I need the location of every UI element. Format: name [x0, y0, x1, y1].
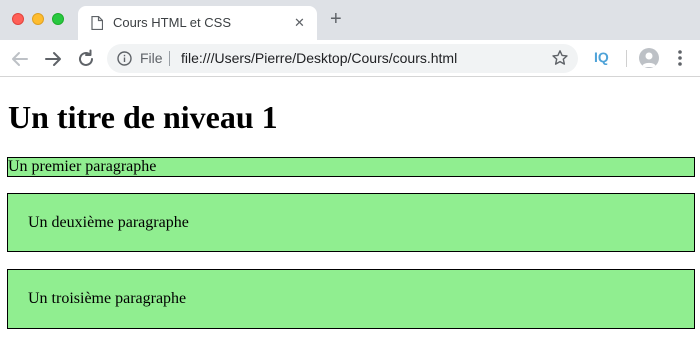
profile-avatar[interactable]	[639, 48, 659, 68]
tab-title: Cours HTML et CSS	[113, 15, 231, 30]
zoom-window-button[interactable]	[52, 13, 64, 25]
browser-toolbar: File file:///Users/Pierre/Desktop/Cours/…	[0, 40, 700, 77]
toolbar-divider	[626, 50, 627, 67]
info-icon[interactable]	[117, 51, 132, 66]
url-text[interactable]: file:///Users/Pierre/Desktop/Cours/cours…	[181, 50, 457, 66]
forward-arrow-icon[interactable]	[42, 48, 64, 70]
close-window-button[interactable]	[12, 13, 24, 25]
minimize-window-button[interactable]	[32, 13, 44, 25]
person-icon	[642, 52, 656, 67]
page-heading: Un titre de niveau 1	[8, 99, 278, 135]
paragraph-first: Un premier paragraphe	[7, 157, 695, 177]
omnibox-divider	[169, 51, 170, 66]
back-arrow-icon[interactable]	[9, 48, 31, 70]
address-bar[interactable]: File file:///Users/Pierre/Desktop/Cours/…	[107, 44, 578, 73]
paragraph-third: Un troisième paragraphe	[7, 269, 695, 329]
tab-cours-html-css[interactable]: Cours HTML et CSS ✕	[78, 6, 317, 40]
page-content: Un titre de niveau 1 Un premier paragrap…	[0, 78, 700, 350]
tab-close-icon[interactable]: ✕	[294, 15, 305, 31]
extension-iq-icon[interactable]: IQ	[594, 49, 609, 65]
kebab-menu-icon[interactable]	[677, 49, 683, 67]
page-icon	[91, 16, 103, 30]
tab-strip: Cours HTML et CSS ✕ +	[0, 0, 700, 40]
reload-icon[interactable]	[75, 48, 97, 70]
paragraph-second: Un deuxième paragraphe	[7, 193, 695, 252]
bookmark-star-icon[interactable]	[551, 49, 569, 67]
new-tab-icon[interactable]: +	[330, 9, 342, 29]
scheme-label: File	[140, 50, 163, 66]
